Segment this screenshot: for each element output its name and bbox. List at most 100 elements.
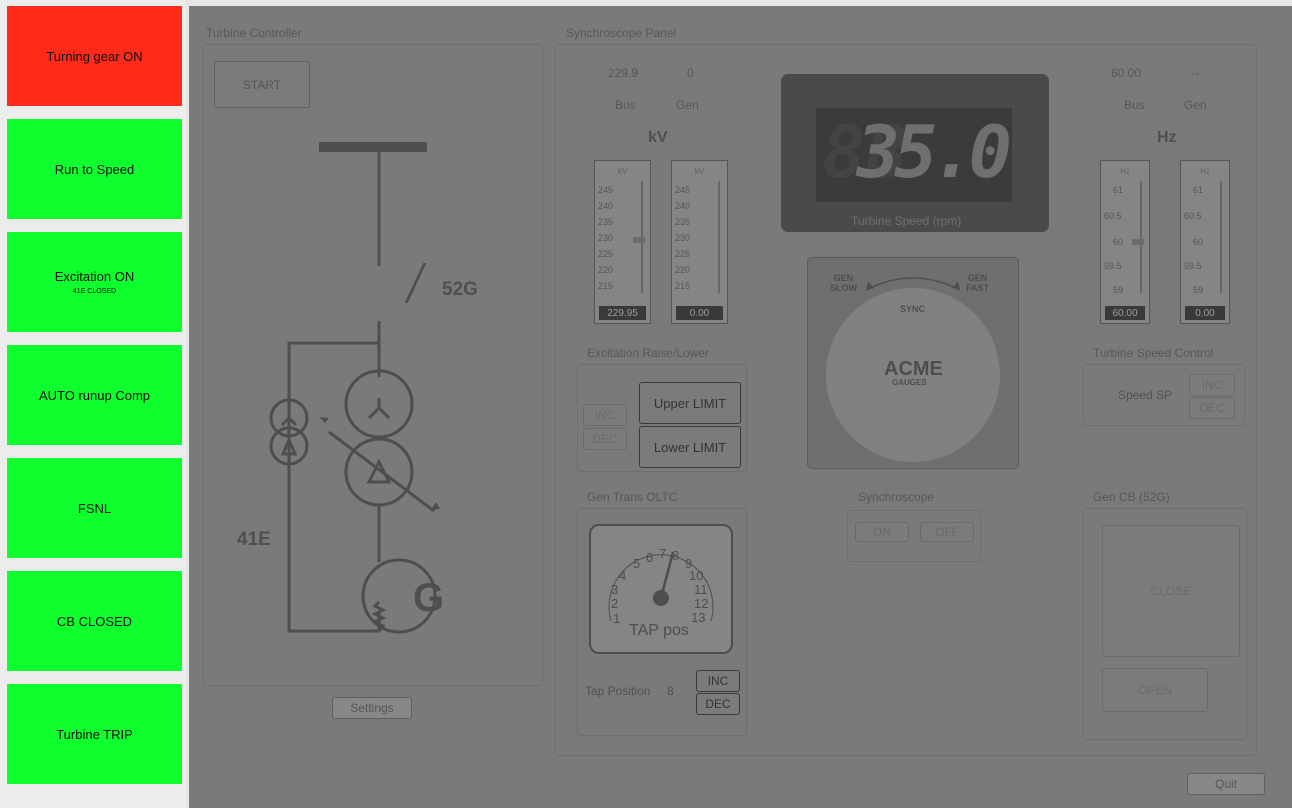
button-label: Turning gear ON [46,48,143,64]
gauge-tick: 8 [672,548,680,563]
meter-unit: Hz [1200,167,1210,176]
tick-label: 215 [675,281,691,291]
gen-slow-label: GEN SLOW [830,273,857,293]
button-label: AUTO runup Comp [38,387,151,403]
tick-label: 61 [1193,185,1204,195]
synchroscope-panel-title: Synchroscope Panel [566,26,677,40]
synchroscope-on-button[interactable]: ON [855,522,909,542]
tick-label: 230 [598,233,614,243]
speed-control-title: Turbine Speed Control [1093,346,1214,360]
gauge-tick: 4 [619,568,627,583]
tap-dec-button[interactable]: DEC [696,693,740,715]
run-to-speed-button[interactable]: Run to Speed [7,119,182,219]
gauge-tick: 7 [659,546,667,561]
quit-label: Quit [1214,777,1237,791]
fsnl-button[interactable]: FSNL [7,458,182,558]
inc-label: INC [707,674,729,688]
tick-label: 245 [598,185,614,195]
tick-label: 59.5 [1104,261,1122,271]
cb-open-button[interactable]: OPEN [1102,668,1208,712]
settings-button[interactable]: Settings [332,697,412,719]
tick-label: 225 [598,249,614,259]
oltc-title: Gen Trans OLTC [587,490,678,504]
main-panel: Turbine Controller START 52G 41E G Setti… [189,6,1292,808]
lower-limit-label: Lower LIMIT [653,439,727,455]
52g-label: 52G [442,279,478,300]
tap-position-value: 8 [667,684,674,698]
button-label: CB CLOSED [56,613,133,629]
start-label: START [242,77,282,92]
turbine-trip-button[interactable]: Turbine TRIP [7,684,182,784]
tick-label: 245 [675,185,691,195]
dec-label: DEC [592,432,618,446]
meter-scale-bar [1220,181,1222,293]
direction-arrow [865,277,961,291]
excitation-inc-button[interactable]: INC [583,404,627,426]
meter-value: 229.95 [599,306,646,320]
single-line-diagram [269,142,440,634]
lower-limit-button[interactable]: Lower LIMIT [639,426,741,468]
speed-inc-button[interactable]: INC [1189,374,1235,396]
kv-unit-label: kV [648,129,668,146]
tap-inc-button[interactable]: INC [696,670,740,692]
gauge-tick: 2 [611,596,619,611]
speed-dec-button[interactable]: DEC [1189,397,1235,419]
bus-hz-meter: Hz 61 60.5 60 59.5 59 60.00 [1100,160,1150,324]
turning-gear-button[interactable]: Turning gear ON [7,6,182,106]
quit-button[interactable]: Quit [1187,773,1265,795]
gen-label: Gen [676,98,699,112]
excitation-dec-button[interactable]: DEC [583,428,627,450]
excitation-title: Excitation Raise/Lower [587,346,710,360]
gen-kv-value: 0 [687,66,694,80]
gauge-tick: 11 [694,582,708,597]
turbine-controller-title: Turbine Controller [206,26,302,40]
hz-gen-label: Gen [1184,98,1207,112]
gauge-tick: 10 [689,568,704,583]
open-label: OPEN [1137,683,1172,697]
tap-pos-label: TAP pos [629,622,689,639]
auto-runup-button[interactable]: AUTO runup Comp [7,345,182,445]
excitation-on-button[interactable]: Excitation ON 41E CLOSED [7,232,182,332]
seven-segment-window: 88 35.0 [816,108,1012,202]
dec-label: DEC [705,697,731,711]
tick-label: 235 [675,217,691,227]
upper-limit-button[interactable]: Upper LIMIT [639,382,741,424]
settings-label: Settings [350,701,394,715]
bus-kv-meter: kV 245 240 235 230 225 220 215 229.95 [594,160,651,324]
start-button[interactable]: START [214,61,310,108]
on-label: ON [873,525,891,539]
tick-label: 60.5 [1184,211,1202,221]
dec-label: DEC [1199,401,1225,415]
tick-label: 60 [1113,237,1124,247]
meter-unit: kV [694,167,705,176]
tick-label: 60.5 [1104,211,1122,221]
turbine-speed-display: 88 35.0 Turbine Speed (rpm) [781,74,1049,232]
gauge-tick: 5 [633,556,641,571]
hz-bus-label: Bus [1124,98,1145,112]
synchroscope-off-button[interactable]: OFF [920,522,974,542]
meter-pointer [1132,239,1144,245]
meter-value: 0.00 [676,306,723,320]
cb-closed-button[interactable]: CB CLOSED [7,571,182,671]
cb-close-button[interactable]: CLOSE [1102,525,1240,657]
tick-label: 220 [598,265,614,275]
generator-label: G [413,576,445,620]
button-label: Turbine TRIP [56,726,133,742]
tick-label: 60 [1193,237,1204,247]
bus-label: Bus [615,98,636,112]
button-label: FSNL [77,500,112,516]
upper-limit-label: Upper LIMIT [653,395,727,411]
close-label: CLOSE [1150,584,1192,598]
inc-label: INC [1201,378,1223,392]
bus-hz-value: 60.00 [1111,66,1142,80]
gen-hz-meter: Hz 61 60.5 60 59.5 59 0.00 [1180,160,1230,324]
gen-fast-label: GEN FAST [966,273,990,293]
meter-scale-bar [718,181,720,293]
synchroscope-dial: GEN SLOW GEN FAST SYNC ACME GAUGES [807,257,1019,469]
tick-label: 59 [1193,285,1204,295]
button-label: Excitation ON [54,269,135,284]
tick-label: 225 [675,249,691,259]
tick-label: 215 [598,281,614,291]
busbar [319,142,427,152]
gen-hz-value: -- [1191,66,1199,80]
